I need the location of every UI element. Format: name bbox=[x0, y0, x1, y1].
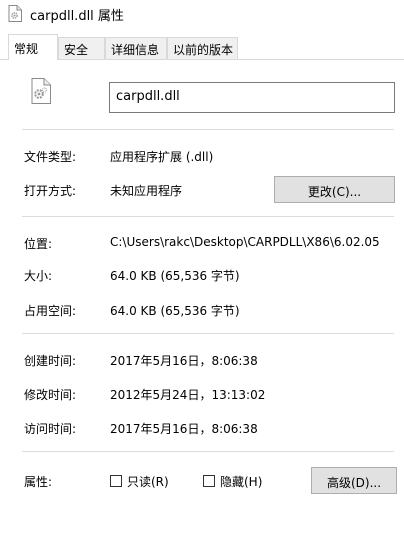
properties-window: carpdll.dll 属性 常规 安全 详细信息 以前的版本 carpdll.… bbox=[0, 0, 404, 543]
file-type-label: 文件类型: bbox=[24, 150, 77, 164]
file-type-value: 应用程序扩展 (.dll) bbox=[110, 150, 214, 164]
modified-value: 2012年5月24日，13:13:02 bbox=[110, 388, 266, 402]
change-button[interactable]: 更改(C)... bbox=[274, 176, 395, 203]
location-value: C:\Users\rakc\Desktop\CARPDLL\X86\6.02.0… bbox=[110, 235, 380, 249]
gear-file-icon bbox=[31, 78, 51, 104]
size-value: 64.0 KB (65,536 字节) bbox=[110, 269, 240, 283]
created-label: 创建时间: bbox=[24, 354, 77, 368]
tab-general[interactable]: 常规 bbox=[8, 34, 58, 60]
file-name-input[interactable]: carpdll.dll bbox=[109, 82, 395, 113]
separator bbox=[22, 129, 394, 130]
tab-security[interactable]: 安全 bbox=[58, 37, 105, 59]
hidden-checkbox[interactable] bbox=[203, 475, 215, 487]
separator bbox=[22, 333, 394, 334]
opens-with-value: 未知应用程序 bbox=[110, 184, 183, 198]
created-value: 2017年5月16日，8:06:38 bbox=[110, 354, 258, 368]
size-on-disk-label: 占用空间: bbox=[24, 304, 77, 318]
location-label: 位置: bbox=[24, 237, 53, 251]
title-bar: carpdll.dll 属性 bbox=[0, 0, 404, 28]
attributes-label: 属性: bbox=[24, 475, 53, 489]
readonly-checkbox[interactable] bbox=[110, 475, 122, 487]
readonly-label[interactable]: 只读(R) bbox=[127, 473, 169, 490]
hidden-label[interactable]: 隐藏(H) bbox=[220, 473, 262, 490]
separator bbox=[22, 216, 394, 217]
tab-details[interactable]: 详细信息 bbox=[105, 37, 167, 59]
advanced-button[interactable]: 高级(D)... bbox=[311, 467, 397, 494]
size-on-disk-value: 64.0 KB (65,536 字节) bbox=[110, 304, 240, 318]
accessed-value: 2017年5月16日，8:06:38 bbox=[110, 422, 258, 436]
window-title: carpdll.dll 属性 bbox=[30, 9, 124, 24]
gear-file-icon bbox=[8, 5, 22, 22]
tab-previous-versions[interactable]: 以前的版本 bbox=[167, 37, 238, 59]
separator bbox=[22, 451, 394, 452]
accessed-label: 访问时间: bbox=[24, 422, 77, 436]
opens-with-label: 打开方式: bbox=[24, 184, 77, 198]
size-label: 大小: bbox=[24, 269, 53, 283]
modified-label: 修改时间: bbox=[24, 388, 77, 402]
